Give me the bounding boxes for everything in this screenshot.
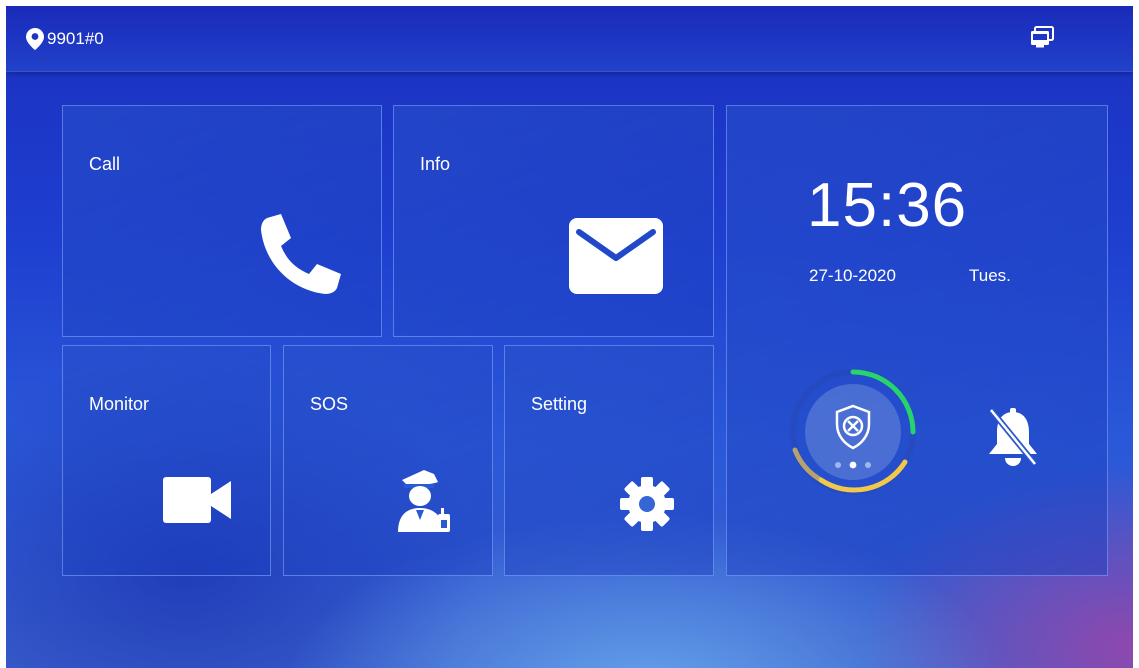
clock-date: 27-10-2020 (809, 266, 896, 285)
location-label: 9901#0 (47, 29, 104, 48)
setting-label: Setting (531, 394, 588, 414)
top-bar: 9901#0 (6, 6, 1133, 72)
setting-tile[interactable]: Setting (504, 345, 714, 576)
location-pin-icon (26, 28, 44, 50)
status-panel: 15:36 27-10-2020 Tues. (726, 105, 1108, 576)
video-camera-icon (163, 477, 231, 523)
envelope-icon (569, 218, 663, 294)
call-tile[interactable]: Call (62, 105, 382, 337)
bell-muted-icon[interactable] (985, 406, 1041, 468)
clock-time: 15:36 (807, 171, 968, 240)
call-label: Call (89, 154, 121, 174)
monitor-tile[interactable]: Monitor (62, 345, 271, 576)
page-dot-1 (835, 462, 841, 468)
network-status-icon[interactable] (1030, 26, 1054, 48)
clock-day: Tues. (969, 266, 1011, 285)
info-label: Info (420, 154, 451, 174)
security-guard-icon (398, 470, 450, 532)
page-dot-2 (849, 461, 857, 469)
sos-label: SOS (310, 394, 349, 414)
monitor-label: Monitor (89, 394, 150, 414)
phone-icon (261, 214, 341, 294)
page-dot-3 (865, 462, 871, 468)
sos-tile[interactable]: SOS (283, 345, 493, 576)
gear-icon (620, 477, 674, 531)
arm-mode-button[interactable] (783, 362, 923, 502)
home-screen: 9901#0 Call Info Monitor SOS Setting 15:… (6, 6, 1133, 668)
info-tile[interactable]: Info (393, 105, 714, 337)
